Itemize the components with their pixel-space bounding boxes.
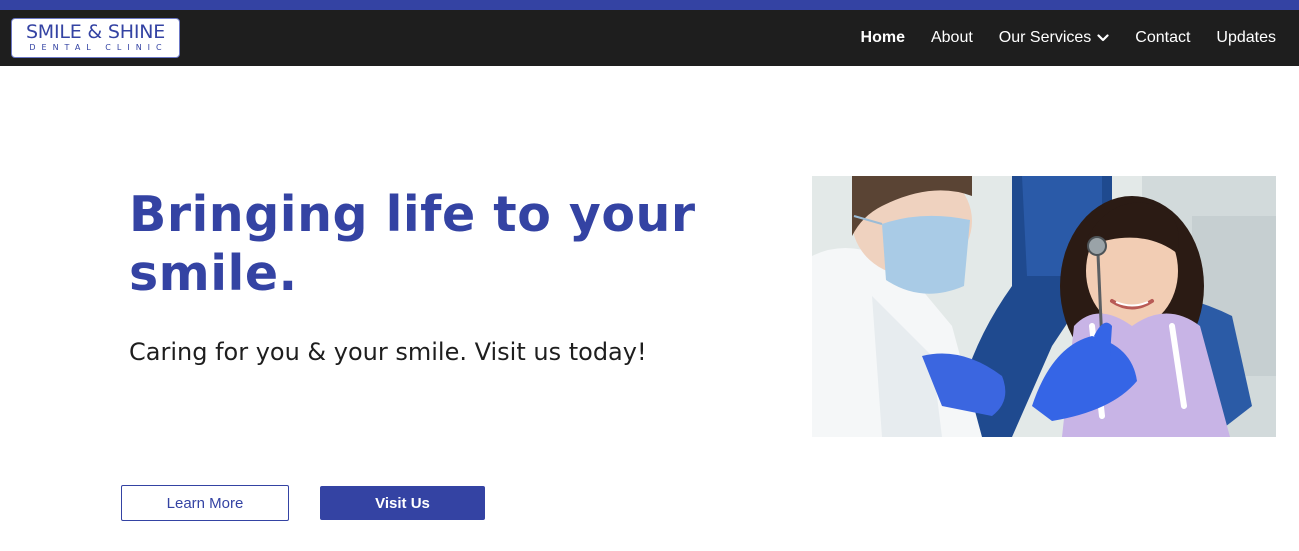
nav-about[interactable]: About	[931, 29, 973, 47]
top-accent-bar	[0, 0, 1299, 10]
navbar: SMILE & SHINE DENTAL CLINIC Home About O…	[0, 10, 1299, 66]
logo-title: SMILE & SHINE	[25, 21, 166, 43]
nav-home[interactable]: Home	[861, 29, 905, 47]
nav-our-services[interactable]: Our Services	[999, 29, 1109, 47]
nav-contact[interactable]: Contact	[1135, 29, 1190, 47]
hero-subtitle: Caring for you & your smile. Visit us to…	[129, 338, 647, 366]
nav-updates-label: Updates	[1216, 29, 1276, 46]
nav-contact-label: Contact	[1135, 29, 1191, 46]
dentist-child-photo	[812, 176, 1276, 437]
site-logo[interactable]: SMILE & SHINE DENTAL CLINIC	[11, 18, 180, 58]
nav-about-label: About	[930, 29, 973, 46]
visit-us-button[interactable]: Visit Us	[320, 486, 485, 520]
learn-more-button[interactable]: Learn More	[121, 485, 289, 521]
nav-updates[interactable]: Updates	[1216, 29, 1276, 47]
nav-home-label: Home	[860, 29, 905, 46]
chevron-down-icon[interactable]	[1097, 34, 1109, 42]
logo-tagline: DENTAL CLINIC	[29, 43, 168, 52]
hero-image	[812, 176, 1276, 437]
nav-our-services-label: Our Services	[998, 29, 1092, 46]
hero-title: Bringing life to your smile.	[129, 186, 696, 302]
main-nav: Home About Our Services Contact Updates	[835, 10, 1276, 66]
